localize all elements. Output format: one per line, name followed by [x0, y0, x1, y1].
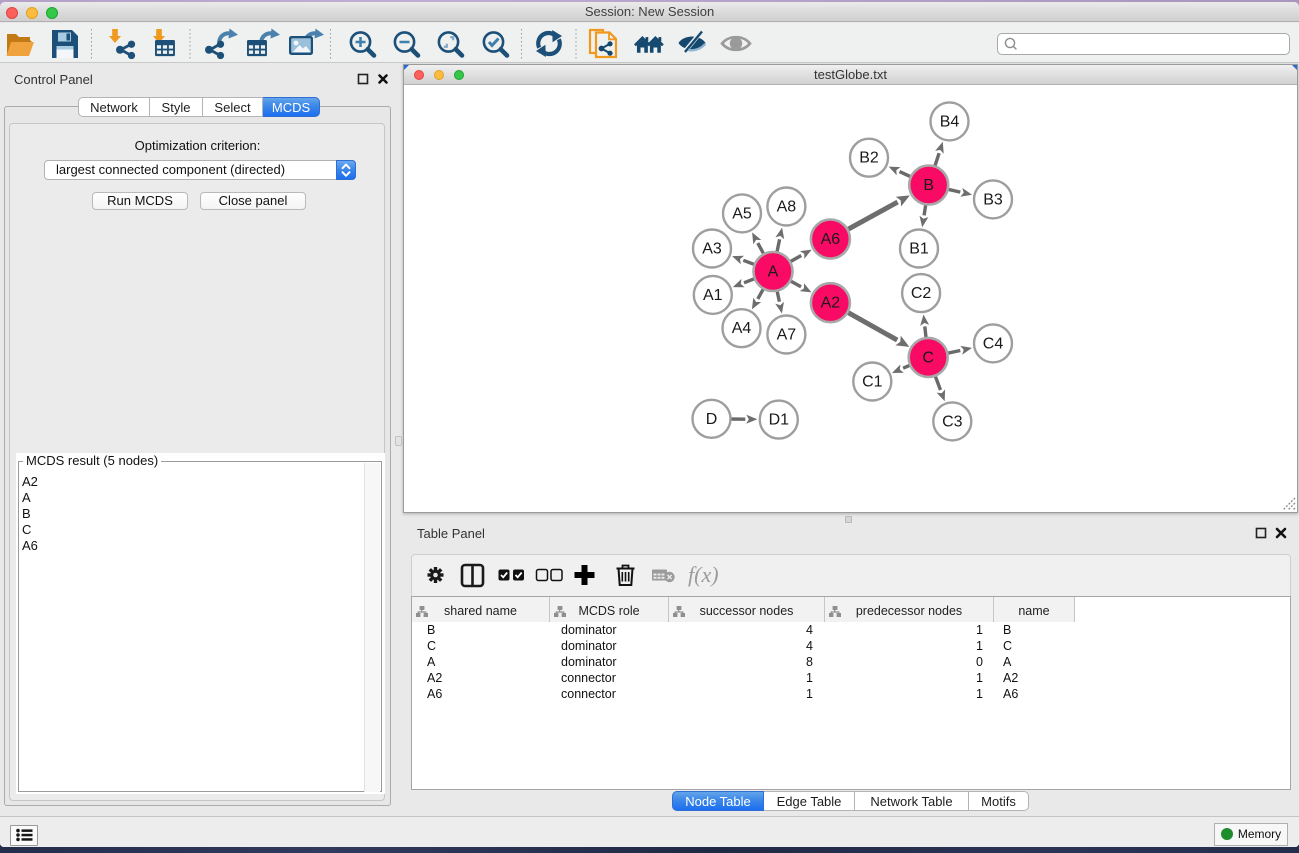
- svg-text:B: B: [923, 177, 934, 194]
- svg-text:C1: C1: [862, 373, 883, 390]
- svg-text:B3: B3: [983, 191, 1003, 208]
- svg-text:C3: C3: [942, 413, 963, 430]
- svg-text:A: A: [767, 263, 778, 280]
- svg-text:D: D: [705, 410, 717, 427]
- svg-text:B4: B4: [939, 113, 959, 130]
- svg-text:A4: A4: [731, 320, 751, 337]
- svg-text:A1: A1: [703, 286, 723, 303]
- svg-text:B2: B2: [859, 149, 879, 166]
- svg-text:B1: B1: [909, 240, 929, 257]
- svg-text:A5: A5: [732, 205, 752, 222]
- svg-text:A6: A6: [820, 231, 840, 248]
- svg-text:C2: C2: [910, 285, 931, 302]
- svg-text:A7: A7: [776, 326, 796, 343]
- svg-text:f(x): f(x): [688, 562, 719, 587]
- svg-text:C: C: [922, 349, 934, 366]
- svg-text:A8: A8: [776, 198, 796, 215]
- svg-text:D1: D1: [768, 411, 789, 428]
- svg-text:A3: A3: [702, 240, 722, 257]
- svg-text:A2: A2: [820, 294, 840, 311]
- svg-text:C4: C4: [982, 335, 1003, 352]
